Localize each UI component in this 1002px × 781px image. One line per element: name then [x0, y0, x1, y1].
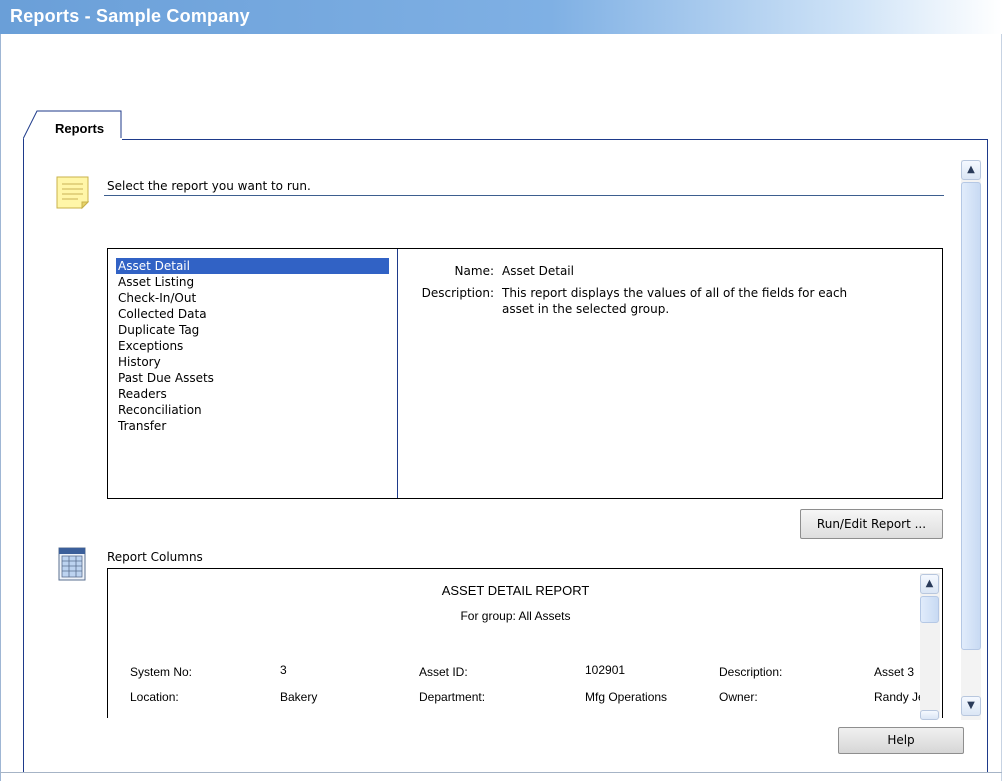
preview-scroll-thumb[interactable]	[920, 596, 939, 623]
select-report-heading: Select the report you want to run.	[107, 179, 311, 193]
name-value: Asset Detail	[502, 264, 574, 278]
report-list[interactable]: Asset Detail Asset Listing Check-In/Out …	[116, 258, 397, 434]
preview-cell: Asset 3	[874, 665, 915, 679]
grid-icon	[56, 547, 92, 583]
report-selector: Asset Detail Asset Listing Check-In/Out …	[107, 248, 943, 499]
preview-cell: Description:	[719, 665, 783, 679]
report-item-check-in-out[interactable]: Check-In/Out	[116, 290, 397, 306]
report-item-exceptions[interactable]: Exceptions	[116, 338, 397, 354]
report-columns-heading: Report Columns	[107, 550, 203, 564]
list-detail-divider	[397, 249, 398, 498]
preview-cell: Randy Je	[874, 690, 925, 704]
report-item-asset-listing[interactable]: Asset Listing	[116, 274, 397, 290]
report-item-collected-data[interactable]: Collected Data	[116, 306, 397, 322]
chevron-up-icon[interactable]: ▲	[961, 160, 981, 180]
help-button[interactable]: Help	[838, 727, 964, 754]
preview-cell: Owner:	[719, 690, 758, 704]
report-item-past-due-assets[interactable]: Past Due Assets	[116, 370, 397, 386]
preview-cell: 102901	[585, 663, 626, 677]
preview-scrollbar[interactable]	[920, 573, 940, 718]
preview-cell: Department:	[419, 690, 486, 704]
note-icon	[56, 176, 92, 212]
preview-cell: Bakery	[280, 690, 318, 704]
title-bar: Reports - Sample Company	[0, 0, 1002, 34]
chevron-down-icon[interactable]: ▼	[961, 696, 981, 716]
report-item-transfer[interactable]: Transfer	[116, 418, 397, 434]
tab-reports-label: Reports	[55, 121, 105, 136]
panel-scroll-thumb[interactable]	[961, 182, 981, 650]
name-label: Name:	[454, 264, 494, 278]
preview-cell: Location:	[130, 690, 179, 704]
section-divider	[104, 195, 944, 196]
window-title: Reports - Sample Company	[10, 6, 250, 26]
report-item-duplicate-tag[interactable]: Duplicate Tag	[116, 322, 397, 338]
preview-cell: 3	[280, 663, 287, 677]
preview-cell: System No:	[130, 665, 193, 679]
preview-subtitle: For group: All Assets	[460, 609, 571, 623]
chevron-up-icon[interactable]: ▲	[920, 574, 939, 594]
tab-join	[24, 138, 122, 141]
report-preview: ASSET DETAIL REPORT For group: All Asset…	[107, 568, 943, 718]
tab-reports[interactable]: Reports	[23, 110, 123, 140]
preview-cell: Mfg Operations	[585, 690, 668, 704]
preview-title: ASSET DETAIL REPORT	[441, 583, 590, 598]
preview-cell: Asset ID:	[419, 665, 468, 679]
description-label: Description:	[421, 286, 494, 300]
report-item-asset-detail[interactable]: Asset Detail	[116, 258, 389, 274]
description-line-1: This report displays the values of all o…	[502, 286, 848, 300]
report-item-reconciliation[interactable]: Reconciliation	[116, 402, 397, 418]
window-left-border	[0, 34, 1, 781]
report-item-history[interactable]: History	[116, 354, 397, 370]
report-item-readers[interactable]: Readers	[116, 386, 397, 402]
description-line-2: asset in the selected group.	[502, 302, 670, 316]
run-edit-report-button[interactable]: Run/Edit Report ...	[800, 509, 943, 539]
window-bottom-border	[0, 772, 1002, 773]
preview-scroll-down[interactable]	[920, 710, 939, 720]
